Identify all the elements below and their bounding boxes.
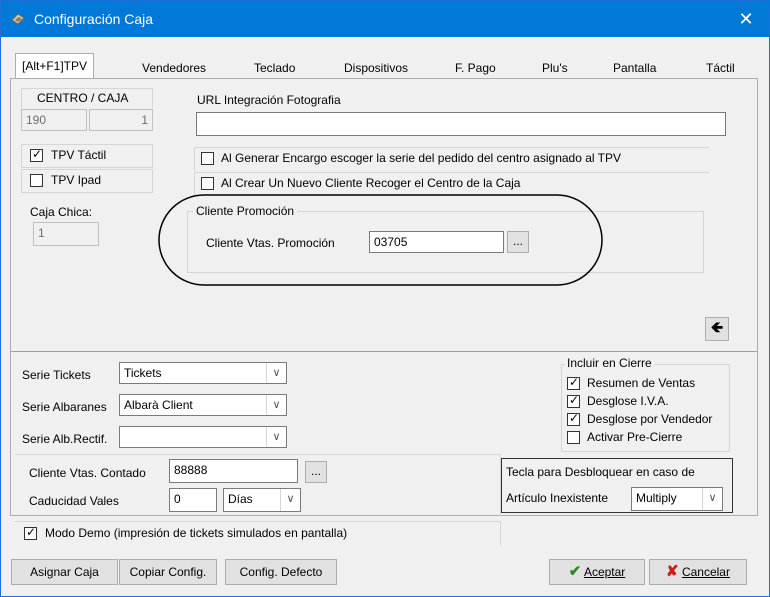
serie-albaranes-select[interactable]: Albarà Client ∨ — [119, 394, 287, 416]
cancelar-button[interactable]: ✘ Cancelar — [649, 559, 747, 585]
tpv-ipad-checkbox[interactable] — [30, 174, 43, 187]
tecla-label-2: Artículo Inexistente — [506, 491, 609, 505]
highlight-ellipse — [158, 194, 603, 286]
title-bar: Configuración Caja ✕ — [1, 1, 769, 37]
contado-field[interactable]: 88888 — [169, 459, 298, 483]
encargo-label: Al Generar Encargo escoger la serie del … — [221, 151, 622, 165]
desglose-vendedor-checkbox[interactable]: ✓ — [567, 411, 580, 426]
tab-vendedores[interactable]: Vendedores — [142, 58, 206, 78]
caja-chica-field[interactable]: 1 — [33, 222, 99, 246]
desglose-vendedor-label: Desglose por Vendedor — [587, 412, 713, 426]
serie-tickets-label: Serie Tickets — [22, 368, 91, 382]
separator — [11, 351, 757, 352]
checkmark-icon: ✓ — [569, 393, 580, 407]
chevron-down-icon: ∨ — [702, 488, 722, 510]
tab-fpago[interactable]: F. Pago — [455, 58, 496, 78]
caducidad-label: Caducidad Vales — [29, 494, 119, 508]
serie-tickets-value: Tickets — [124, 366, 162, 380]
serie-albaranes-label: Serie Albaranes — [22, 400, 107, 414]
cancelar-label: Cancelar — [681, 565, 730, 579]
copiar-config-button[interactable]: Copiar Config. — [119, 559, 217, 585]
config-defecto-button[interactable]: Config. Defecto — [225, 559, 337, 585]
checkmark-icon: ✓ — [569, 375, 580, 389]
tab-tactil[interactable]: Táctil — [706, 58, 735, 78]
resumen-ventas-label: Resumen de Ventas — [587, 376, 696, 390]
desglose-iva-label: Desglose I.V.A. — [587, 394, 669, 408]
checkmark-icon: ✔ — [568, 563, 582, 580]
asignar-caja-button[interactable]: Asignar Caja — [11, 559, 118, 585]
chevron-down-icon: ∨ — [280, 489, 300, 511]
aceptar-button[interactable]: ✔ Aceptar — [549, 559, 645, 585]
desglose-iva-checkbox[interactable]: ✓ — [567, 393, 580, 408]
url-label: URL Integración Fotografia — [197, 93, 341, 107]
tab-teclado[interactable]: Teclado — [254, 58, 295, 78]
tab-dispositivos[interactable]: Dispositivos — [344, 58, 408, 78]
centro-field[interactable]: 190 — [21, 109, 87, 131]
serie-tickets-select[interactable]: Tickets ∨ — [119, 362, 287, 384]
cierre-group-title: Incluir en Cierre — [565, 356, 654, 370]
resumen-ventas-checkbox[interactable]: ✓ — [567, 375, 580, 390]
cancel-x-icon: ✘ — [666, 563, 679, 580]
serie-rectif-select[interactable]: ∨ — [119, 426, 287, 448]
caja-chica-label: Caja Chica: — [30, 205, 93, 219]
caja-field[interactable]: 1 — [89, 109, 153, 131]
url-field[interactable] — [196, 112, 726, 136]
caducidad-unit-value: Días — [228, 492, 253, 506]
centro-caja-label: CENTRO / CAJA — [37, 91, 129, 105]
serie-albaranes-value: Albarà Client — [124, 398, 193, 412]
pre-cierre-label: Activar Pre-Cierre — [587, 430, 683, 444]
tab-pantalla[interactable]: Pantalla — [613, 58, 656, 78]
checkmark-icon: ✓ — [569, 411, 580, 425]
checkmark-icon: ✓ — [32, 147, 43, 161]
serie-rectif-label: Serie Alb.Rectif. — [22, 432, 108, 446]
modo-demo-frame — [15, 521, 501, 545]
tecla-value: Multiply — [636, 491, 677, 505]
chevron-down-icon: ∨ — [266, 427, 286, 447]
aceptar-label: Aceptar — [583, 565, 626, 579]
caducidad-field[interactable]: 0 — [169, 488, 217, 512]
back-arrow-icon[interactable]: 🡸 — [705, 317, 729, 341]
tab-tpv[interactable]: [Alt+F1]TPV — [15, 53, 95, 79]
window-title: Configuración Caja — [34, 11, 154, 27]
tpv-tactil-label: TPV Táctil — [51, 148, 107, 162]
pre-cierre-checkbox[interactable] — [567, 431, 580, 444]
tpv-tactil-checkbox[interactable]: ✓ — [30, 147, 43, 162]
chevron-down-icon: ∨ — [266, 363, 286, 383]
dialog-window: Configuración Caja ✕ [Alt+F1]TPV Vendedo… — [0, 0, 770, 597]
chevron-down-icon: ∨ — [266, 395, 286, 415]
contado-label: Cliente Vtas. Contado — [29, 466, 146, 480]
tab-plus[interactable]: Plu's — [542, 58, 568, 78]
contado-browse-button[interactable]: ... — [305, 461, 327, 483]
close-icon[interactable]: ✕ — [723, 1, 769, 37]
tecla-select[interactable]: Multiply ∨ — [631, 487, 723, 511]
tecla-label-1: Tecla para Desbloquear en caso de — [506, 465, 695, 479]
tpv-ipad-label: TPV Ipad — [51, 173, 102, 187]
caducidad-unit-select[interactable]: Días ∨ — [223, 488, 301, 512]
app-icon — [11, 13, 25, 25]
encargo-checkbox[interactable] — [201, 152, 214, 165]
